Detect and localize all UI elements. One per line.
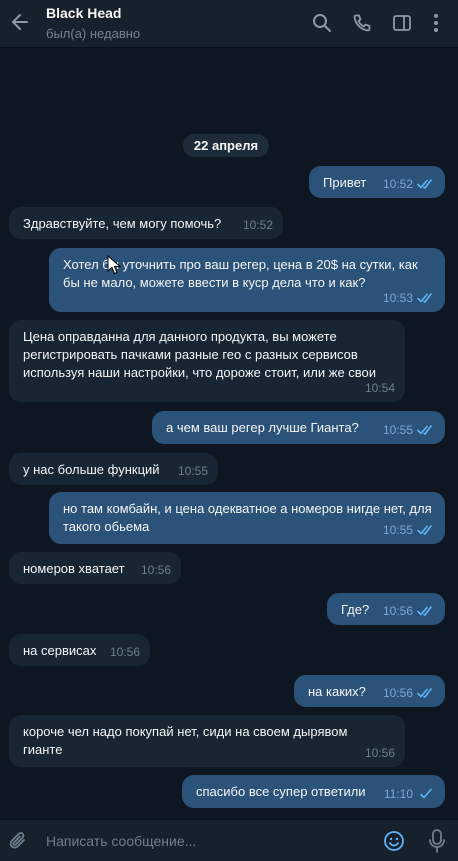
- microphone-icon[interactable]: [425, 828, 449, 854]
- message-time: 10:56: [109, 645, 140, 659]
- message-text: но там комбайн, и цена одекватное а номе…: [63, 501, 432, 534]
- message-meta: 10:56: [383, 684, 435, 702]
- message-bubble-outgoing[interactable]: Привет 10:52: [309, 166, 445, 198]
- message-bubble-incoming[interactable]: на сервисах 10:56: [9, 634, 150, 666]
- single-check-icon: [420, 788, 432, 799]
- message-time: 10:53: [382, 291, 413, 305]
- message-time: 10:52: [242, 218, 273, 232]
- message-meta: 10:54: [365, 379, 395, 397]
- message-meta: 10:56: [110, 643, 140, 661]
- message-meta: 10:56: [365, 744, 395, 762]
- date-divider: 22 апреля: [183, 134, 269, 157]
- message-bubble-incoming[interactable]: номеров хватает 10:56: [9, 552, 181, 584]
- double-check-icon: [417, 525, 432, 536]
- back-arrow-icon[interactable]: [6, 8, 34, 36]
- message-composer: [0, 819, 458, 861]
- message-input[interactable]: [46, 831, 346, 851]
- double-check-icon: [417, 425, 432, 436]
- message-time: 10:55: [382, 523, 413, 537]
- chat-status: был(а) недавно: [46, 26, 141, 41]
- message-meta: 11:10: [384, 785, 435, 803]
- message-meta: 10:55: [178, 462, 208, 480]
- message-text: Цена оправданна для данного продукта, вы…: [23, 329, 377, 380]
- message-time: 10:56: [382, 686, 413, 700]
- message-meta: 10:55: [383, 421, 435, 439]
- phone-icon[interactable]: [350, 11, 374, 35]
- double-check-icon: [417, 293, 432, 304]
- message-meta: 10:55: [383, 521, 435, 539]
- message-bubble-incoming[interactable]: короче чел надо покупай нет, сиди на сво…: [9, 715, 405, 767]
- message-meta: 10:52: [243, 216, 273, 234]
- paperclip-icon[interactable]: [6, 829, 30, 853]
- message-bubble-outgoing[interactable]: Где? 10:56: [327, 593, 445, 625]
- message-meta: 10:56: [141, 561, 171, 579]
- message-bubble-outgoing[interactable]: но там комбайн, и цена одекватное а номе…: [49, 492, 445, 544]
- message-meta: 10:56: [383, 602, 435, 620]
- message-bubble-incoming[interactable]: у нас больше функций 10:55: [9, 453, 218, 485]
- message-time: 10:56: [382, 604, 413, 618]
- message-time: 10:55: [177, 464, 208, 478]
- message-time: 10:56: [140, 563, 171, 577]
- search-icon[interactable]: [310, 11, 334, 35]
- double-check-icon: [417, 606, 432, 617]
- sidebar-icon[interactable]: [390, 11, 414, 35]
- message-meta: 10:52: [383, 175, 435, 193]
- message-time: 11:10: [383, 787, 413, 801]
- message-meta: 10:53: [383, 289, 435, 307]
- message-bubble-incoming[interactable]: Цена оправданна для данного продукта, вы…: [9, 320, 405, 402]
- double-check-icon: [417, 688, 432, 699]
- emoji-icon[interactable]: [382, 829, 406, 853]
- message-text: короче чел надо покупай нет, сиди на сво…: [23, 724, 348, 757]
- mouse-cursor-icon: [107, 254, 122, 275]
- message-bubble-incoming[interactable]: Здравствуйте, чем могу помочь? 10:52: [9, 207, 283, 239]
- message-text: Здравствуйте, чем могу помочь?: [23, 216, 222, 231]
- message-text: у нас больше функций: [23, 462, 160, 477]
- message-time: 10:54: [364, 381, 395, 395]
- message-bubble-outgoing[interactable]: на каких? 10:56: [294, 675, 445, 707]
- message-time: 10:55: [382, 423, 413, 437]
- chat-header: Black Head был(а) недавно: [0, 0, 458, 48]
- message-bubble-outgoing[interactable]: а чем ваш регер лучше Гианта? 10:55: [152, 411, 445, 444]
- double-check-icon: [417, 179, 432, 190]
- message-bubble-outgoing[interactable]: спасибо все супер ответили 11:10: [182, 775, 445, 808]
- message-time: 10:52: [382, 177, 413, 191]
- more-vertical-icon[interactable]: [426, 11, 446, 35]
- chat-title[interactable]: Black Head: [46, 5, 121, 21]
- message-time: 10:56: [364, 746, 395, 760]
